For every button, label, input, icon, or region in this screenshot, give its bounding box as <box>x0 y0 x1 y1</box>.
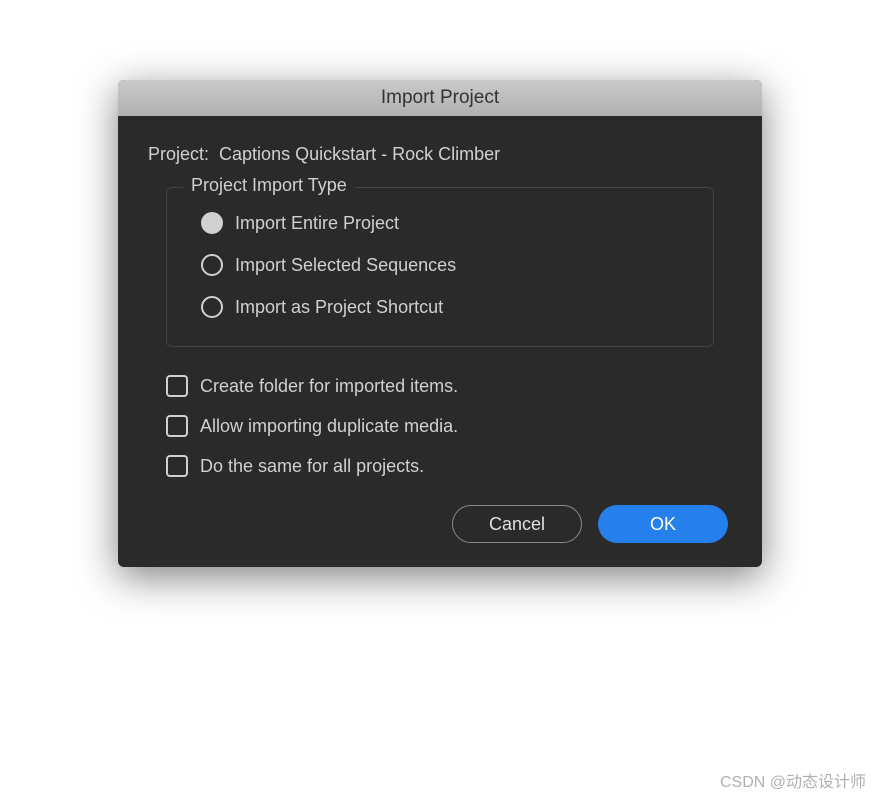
cancel-button[interactable]: Cancel <box>452 505 582 543</box>
radio-label: Import as Project Shortcut <box>235 297 443 318</box>
checkbox-allow-duplicate[interactable]: Allow importing duplicate media. <box>166 415 732 437</box>
radio-label: Import Entire Project <box>235 213 399 234</box>
radio-label: Import Selected Sequences <box>235 255 456 276</box>
checkbox-label: Allow importing duplicate media. <box>200 416 458 437</box>
dialog-titlebar: Import Project <box>118 80 762 116</box>
checkbox-label: Do the same for all projects. <box>200 456 424 477</box>
radio-icon <box>201 296 223 318</box>
ok-button[interactable]: OK <box>598 505 728 543</box>
import-project-dialog: Import Project Project: Captions Quickst… <box>118 80 762 567</box>
radio-import-as-shortcut[interactable]: Import as Project Shortcut <box>201 296 689 318</box>
checkbox-create-folder[interactable]: Create folder for imported items. <box>166 375 732 397</box>
dialog-body: Project: Captions Quickstart - Rock Clim… <box>118 116 762 567</box>
project-name: Captions Quickstart - Rock Climber <box>219 144 500 165</box>
import-type-fieldset: Project Import Type Import Entire Projec… <box>166 187 714 347</box>
checkbox-same-for-all[interactable]: Do the same for all projects. <box>166 455 732 477</box>
watermark: CSDN @动态设计师 <box>720 768 866 792</box>
button-row: Cancel OK <box>148 505 732 543</box>
fieldset-legend: Project Import Type <box>183 175 355 196</box>
radio-import-selected-sequences[interactable]: Import Selected Sequences <box>201 254 689 276</box>
radio-icon <box>201 212 223 234</box>
dialog-title: Import Project <box>381 87 499 109</box>
checkbox-icon <box>166 415 188 437</box>
radio-import-entire-project[interactable]: Import Entire Project <box>201 212 689 234</box>
project-line: Project: Captions Quickstart - Rock Clim… <box>148 144 732 165</box>
checkbox-label: Create folder for imported items. <box>200 376 458 397</box>
project-label: Project: <box>148 144 209 165</box>
radio-group: Import Entire Project Import Selected Se… <box>191 212 689 318</box>
checkbox-group: Create folder for imported items. Allow … <box>166 375 732 477</box>
checkbox-icon <box>166 375 188 397</box>
radio-icon <box>201 254 223 276</box>
checkbox-icon <box>166 455 188 477</box>
